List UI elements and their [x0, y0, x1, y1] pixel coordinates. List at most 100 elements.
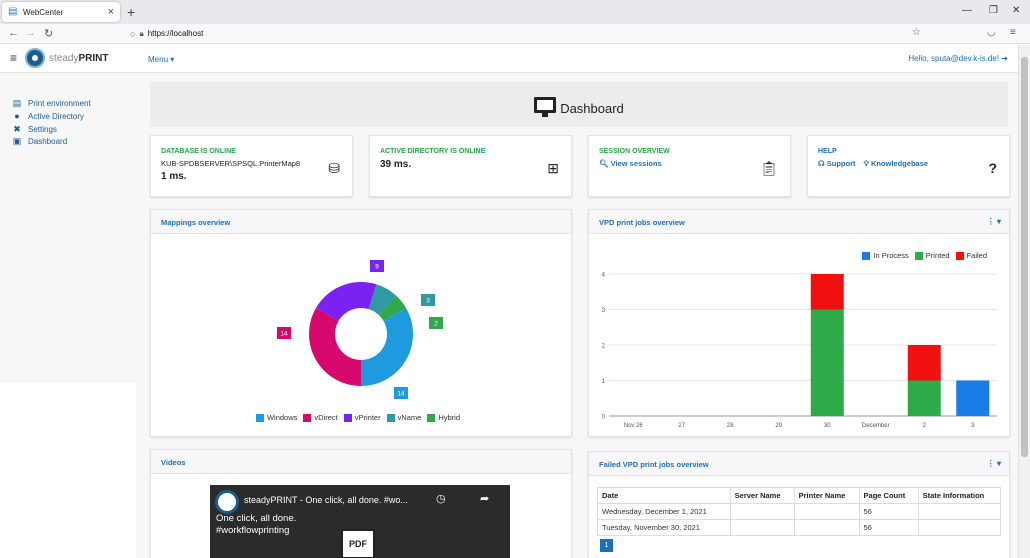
x-tick-label: 27 [678, 423, 685, 429]
url-text[interactable]: https://localhost [148, 29, 204, 38]
view-sessions-link[interactable]: 🔍︎ View sessions [599, 159, 780, 168]
legend-item-vname[interactable]: vName [386, 413, 421, 422]
new-tab-button[interactable]: + [127, 4, 135, 20]
pocket-icon[interactable]: ◡ [987, 27, 996, 38]
video-title[interactable]: steadyPRINT - One click, all done. #wo..… [244, 495, 408, 505]
cell-server [729, 519, 795, 536]
column-header-page-count[interactable]: Page Count [858, 487, 919, 504]
cell-date: Tuesday, November 30, 2021 [597, 519, 731, 536]
sidebar-item-settings[interactable]: ✖ Settings [12, 124, 57, 135]
sidebar-item-active-directory[interactable]: ● Active Directory [12, 111, 84, 121]
table-row[interactable]: Wednesday, December 1, 2021 56 [597, 503, 1002, 520]
vpd-bar-chart: 0 1 2 3 4 Nov 26 27 28 29 30 December 2 3 [602, 273, 997, 429]
bar-failed[interactable] [907, 345, 941, 381]
menu-dropdown[interactable]: Menu ▾ [148, 55, 174, 64]
failed-title: Failed VPD print jobs overview [599, 460, 709, 469]
session-heading: SESSION OVERVIEW [599, 148, 670, 155]
bar-printed[interactable] [810, 309, 844, 417]
cell-state [917, 503, 1002, 520]
failed-jobs-table: Date Server Name Printer Name Page Count… [597, 487, 1002, 536]
legend-item-windows[interactable]: Windows [255, 413, 297, 422]
bookmark-star-icon[interactable]: ☆ [912, 27, 921, 38]
vpd-jobs-panel: VPD print jobs overview ⋮ ▾ In Process Pr… [588, 209, 1010, 437]
panel-menu-icon[interactable]: ⋮ ▾ [987, 217, 1001, 226]
y-tick-label: 2 [602, 344, 606, 350]
sidebar-item-print-environment[interactable]: ▤ Print environment [12, 98, 91, 109]
failed-header: Failed VPD print jobs overview ⋮ ▾ [589, 452, 1009, 476]
sidebar-item-dashboard[interactable]: ▣ Dashboard [12, 136, 67, 147]
support-link[interactable]: ☊ Support [818, 159, 856, 168]
logout-icon[interactable]: ➜ [1001, 54, 1008, 63]
bar-printed[interactable] [907, 380, 941, 417]
legend-item-vprinter[interactable]: vPrinter [343, 413, 381, 422]
x-tick-label: December [862, 423, 890, 429]
dashboard-header: Dashboard [150, 82, 1008, 127]
browser-nav-bar: ← → ↻ ○ 🔒︎ https://localhost ☆ ◡ ≡ [0, 24, 1030, 44]
column-header-date[interactable]: Date [597, 487, 731, 504]
svg-text:2: 2 [434, 321, 438, 328]
pagination-page-1[interactable]: 1 [600, 539, 613, 552]
panel-menu-icon[interactable]: ⋮ ▾ [987, 459, 1001, 468]
cell-page-count: 56 [858, 503, 919, 520]
cell-state [917, 519, 1002, 536]
database-status-card: DATABASE IS ONLINE KUB-SPDBSERVER\SPSQL.… [150, 135, 353, 197]
sidebar-item-label: Print environment [28, 99, 91, 108]
ad-latency: 39 ms. [380, 159, 412, 170]
cell-printer [793, 519, 860, 536]
legend-item-printed[interactable]: Printed [914, 251, 950, 260]
legend-item-vdirect[interactable]: vDirect [303, 413, 338, 422]
legend-item-in-process[interactable]: In Process [862, 251, 909, 260]
restore-icon[interactable]: ❐ [989, 5, 998, 16]
clipboard-icon: 📋︎ [760, 160, 778, 176]
table-row[interactable]: Tuesday, November 30, 2021 56 [597, 519, 1002, 536]
column-header-printer[interactable]: Printer Name [793, 487, 860, 504]
donut-slice-windows[interactable] [361, 308, 414, 386]
scrollbar-thumb[interactable] [1021, 57, 1028, 457]
logo[interactable]: steadyPRINT [25, 48, 108, 68]
cell-date: Wednesday, December 1, 2021 [597, 503, 731, 520]
column-header-server[interactable]: Server Name [729, 487, 795, 504]
cell-printer [793, 503, 860, 520]
legend-item-failed[interactable]: Failed [955, 251, 987, 260]
page-scrollbar[interactable] [1018, 45, 1030, 558]
forward-icon[interactable]: → [25, 27, 36, 39]
bar-in-process[interactable] [956, 380, 990, 417]
hamburger-icon[interactable]: ≡ [10, 51, 17, 65]
donut-slice-vdirect[interactable] [309, 308, 361, 386]
help-card: HELP ☊ Support 💡︎ Knowledgebase ? [807, 135, 1010, 197]
logo-icon [25, 48, 45, 68]
legend-item-hybrid[interactable]: Hybrid [427, 413, 460, 422]
app-menu-icon[interactable]: ≡ [1010, 27, 1016, 38]
database-latency: 1 ms. [161, 171, 187, 182]
svg-text:14: 14 [397, 391, 405, 398]
browser-tab-bar: ▤ WebCenter × + — ❐ ✕ [0, 0, 1030, 24]
video-overlay-line1: One click, all done. [216, 513, 297, 524]
svg-text:14: 14 [280, 331, 288, 338]
donut-data-label-vdirect: 14 [277, 327, 291, 339]
url-bar[interactable]: ○ 🔒︎ https://localhost [130, 26, 930, 41]
donut-data-label-windows: 14 [394, 387, 408, 399]
brand-bold: PRINT [78, 52, 109, 64]
knowledgebase-link[interactable]: 💡︎ Knowledgebase [864, 159, 928, 168]
sidebar-item-label: Settings [28, 125, 57, 134]
table-header-row: Date Server Name Printer Name Page Count… [597, 487, 1002, 504]
y-tick-label: 1 [602, 379, 606, 385]
session-overview-card: SESSION OVERVIEW 🔍︎ View sessions 📋︎ [588, 135, 791, 197]
minimize-icon[interactable]: — [962, 5, 972, 16]
close-window-icon[interactable]: ✕ [1012, 5, 1020, 16]
x-tick-label: 29 [775, 423, 782, 429]
close-tab-icon[interactable]: × [108, 6, 114, 18]
mappings-title: Mappings overview [151, 210, 571, 234]
user-greeting[interactable]: Hello, sputa@dev.k-is.de! ➜ [908, 54, 1008, 63]
back-icon[interactable]: ← [8, 27, 19, 39]
cell-page-count: 56 [858, 519, 919, 536]
column-header-state[interactable]: State Information [917, 487, 1002, 504]
video-player[interactable]: steadyPRINT - One click, all done. #wo..… [210, 485, 510, 558]
browser-tab[interactable]: ▤ WebCenter × [2, 2, 120, 22]
bar-failed[interactable] [810, 274, 844, 310]
tools-icon: ✖ [13, 124, 21, 134]
reload-icon[interactable]: ↻ [44, 27, 53, 40]
watch-later-icon[interactable]: ◷ [436, 492, 446, 505]
svg-text:9: 9 [375, 264, 379, 271]
share-icon[interactable]: ➦ [480, 492, 489, 505]
